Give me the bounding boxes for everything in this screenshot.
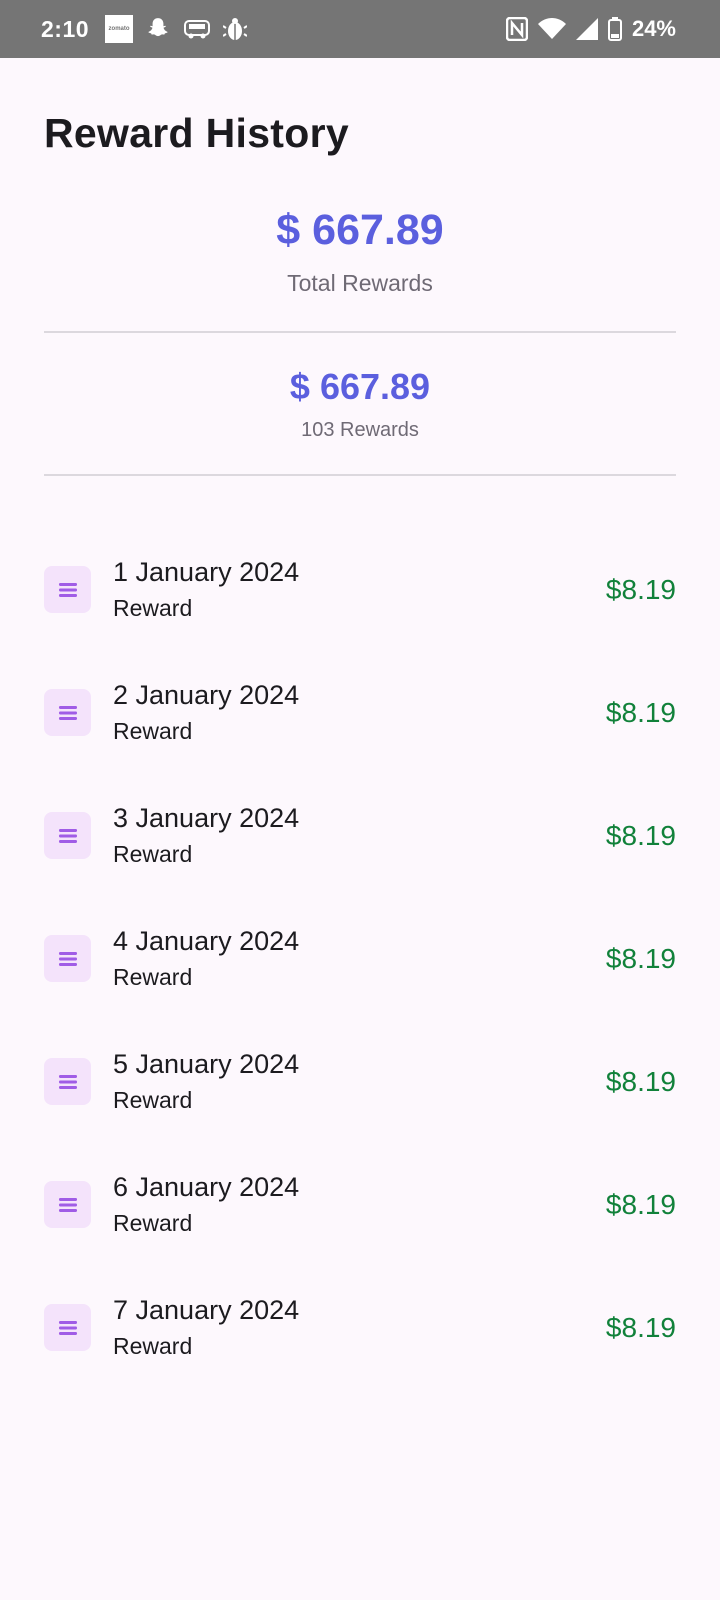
list-icon — [44, 935, 91, 982]
reward-row[interactable]: 1 January 2024 Reward $8.19 — [44, 528, 676, 651]
reward-amount: $8.19 — [605, 573, 676, 605]
list-icon — [44, 1058, 91, 1105]
list-icon — [44, 1304, 91, 1351]
list-icon — [44, 566, 91, 613]
reward-list: 1 January 2024 Reward $8.19 2 January 20… — [44, 528, 676, 1389]
reward-row-text: 1 January 2024 Reward — [113, 557, 606, 621]
reward-amount: $8.19 — [605, 1065, 676, 1097]
reward-row-text: 7 January 2024 Reward — [113, 1295, 606, 1359]
redbus-icon — [183, 18, 211, 40]
rewards-count: 103 Rewards — [301, 419, 419, 441]
signal-icon — [575, 18, 598, 40]
reward-type: Reward — [113, 594, 193, 621]
reward-date: 1 January 2024 — [113, 557, 300, 588]
reward-amount: $8.19 — [605, 942, 676, 974]
reward-row[interactable]: 7 January 2024 Reward $8.19 — [44, 1266, 676, 1389]
bug-icon — [223, 16, 248, 42]
reward-row-text: 2 January 2024 Reward — [113, 680, 606, 744]
main-content: Reward History $ 667.89 Total Rewards $ … — [0, 110, 720, 1389]
reward-row[interactable]: 6 January 2024 Reward $8.19 — [44, 1143, 676, 1266]
reward-row-text: 3 January 2024 Reward — [113, 803, 606, 867]
battery-percent: 24% — [631, 16, 676, 41]
rewards-summary: $ 667.89 103 Rewards — [44, 333, 676, 474]
reward-row-text: 4 January 2024 Reward — [113, 926, 606, 990]
reward-date: 2 January 2024 — [113, 680, 300, 711]
reward-row[interactable]: 2 January 2024 Reward $8.19 — [44, 651, 676, 774]
reward-amount: $8.19 — [605, 696, 676, 728]
reward-row-text: 6 January 2024 Reward — [113, 1172, 606, 1236]
status-bar-right: 24% — [505, 16, 676, 42]
reward-type: Reward — [113, 1332, 193, 1359]
total-amount: $ 667.89 — [276, 206, 444, 254]
status-time: 2:10 — [41, 15, 90, 42]
reward-row[interactable]: 5 January 2024 Reward $8.19 — [44, 1020, 676, 1143]
wifi-icon — [537, 18, 566, 40]
status-bar: 2:10 zomato 24% — [0, 0, 720, 58]
zomato-icon: zomato — [105, 15, 134, 43]
list-icon — [44, 812, 91, 859]
reward-type: Reward — [113, 1209, 193, 1236]
reward-date: 4 January 2024 — [113, 926, 300, 957]
divider — [44, 474, 676, 476]
list-icon — [44, 689, 91, 736]
nfc-icon — [505, 17, 528, 41]
battery-icon — [607, 17, 622, 41]
reward-row[interactable]: 3 January 2024 Reward $8.19 — [44, 774, 676, 897]
reward-type: Reward — [113, 963, 193, 990]
reward-date: 6 January 2024 — [113, 1172, 300, 1203]
reward-type: Reward — [113, 717, 193, 744]
total-label: Total Rewards — [287, 270, 433, 296]
reward-date: 3 January 2024 — [113, 803, 300, 834]
snapchat-icon — [145, 16, 171, 42]
reward-date: 7 January 2024 — [113, 1295, 300, 1326]
total-summary: $ 667.89 Total Rewards — [44, 209, 676, 297]
page-title: Reward History — [44, 110, 349, 156]
reward-amount: $8.19 — [605, 1188, 676, 1220]
reward-row-text: 5 January 2024 Reward — [113, 1049, 606, 1113]
list-icon — [44, 1181, 91, 1228]
reward-type: Reward — [113, 840, 193, 867]
reward-amount: $8.19 — [605, 819, 676, 851]
reward-row[interactable]: 4 January 2024 Reward $8.19 — [44, 897, 676, 1020]
rewards-amount: $ 667.89 — [289, 366, 431, 407]
status-bar-left: 2:10 zomato — [41, 15, 259, 43]
reward-amount: $8.19 — [605, 1311, 676, 1343]
reward-date: 5 January 2024 — [113, 1049, 300, 1080]
reward-type: Reward — [113, 1086, 193, 1113]
